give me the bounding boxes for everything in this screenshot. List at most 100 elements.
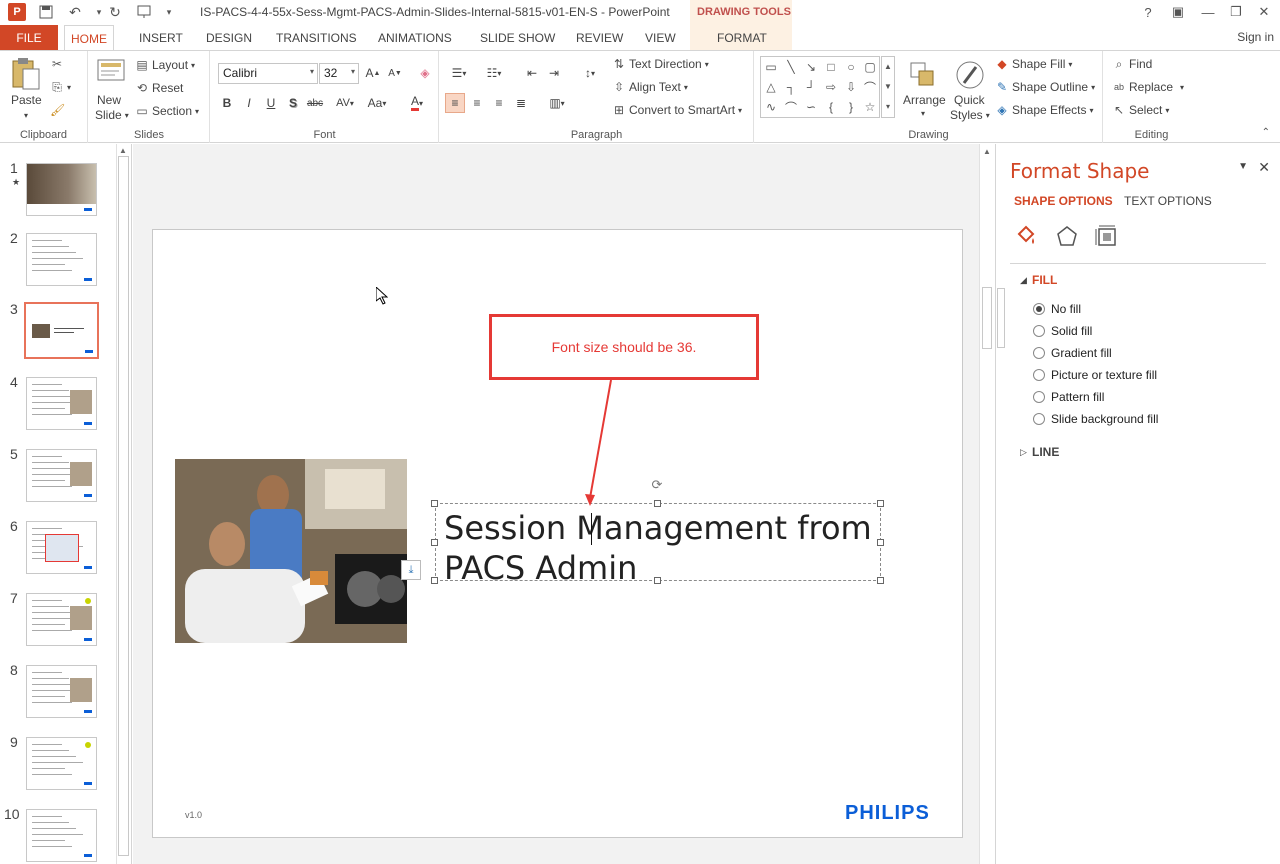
radio-button[interactable]	[1033, 325, 1045, 337]
columns-icon[interactable]: ▥ ▾	[542, 93, 572, 113]
text-direction-button[interactable]: ⇅ Text Direction ▾	[612, 57, 709, 71]
slide-thumbnail[interactable]	[26, 809, 97, 862]
resize-handle-n[interactable]	[654, 500, 661, 507]
font-name-combo[interactable]: Calibri ▾	[218, 63, 318, 84]
resize-handle-ne[interactable]	[877, 500, 884, 507]
italic-button[interactable]: I	[239, 93, 259, 113]
arc-shape-icon[interactable]: ⌒	[782, 98, 800, 116]
star-shape-icon[interactable]: ☆	[861, 98, 879, 116]
align-left-icon[interactable]: ≡	[445, 93, 465, 113]
line-section-header[interactable]: LINE	[1032, 445, 1059, 459]
right-brace-shape-icon[interactable]: }	[842, 98, 860, 116]
decrease-font-size-icon[interactable]: A ▼	[385, 63, 405, 83]
resize-handle-s[interactable]	[654, 577, 661, 584]
fill-option[interactable]: Gradient fill	[1033, 346, 1112, 360]
restore-icon[interactable]: ❐	[1224, 3, 1248, 21]
tab-slide-show[interactable]: SLIDE SHOW	[474, 25, 561, 50]
shape-effects-button[interactable]: ◈ Shape Effects ▾	[995, 103, 1093, 117]
rounded-rect-shape-icon[interactable]: ▢	[861, 58, 879, 76]
rotate-handle-icon[interactable]: ⟳	[650, 478, 664, 492]
scribble-shape-icon[interactable]: ∿	[762, 98, 780, 116]
clear-formatting-icon[interactable]: ◈	[415, 63, 435, 83]
slide-thumbnail[interactable]	[26, 233, 97, 286]
pane-close-icon[interactable]: ✕	[1258, 159, 1270, 176]
bullets-icon[interactable]: ☰ ▾	[446, 63, 472, 83]
font-color-button[interactable]: A ▾	[403, 93, 431, 113]
fill-option[interactable]: Solid fill	[1033, 324, 1092, 338]
resize-handle-se[interactable]	[877, 577, 884, 584]
line-spacing-icon[interactable]: ↕ ▾	[576, 63, 604, 83]
rectangle-shape-icon[interactable]: □	[822, 58, 840, 76]
character-spacing-button[interactable]: AV ▾	[331, 93, 359, 113]
convert-smartart-button[interactable]: ⊞ Convert to SmartArt ▾	[612, 103, 742, 117]
fill-option[interactable]: No fill	[1033, 302, 1081, 316]
thumbnail-scroll-thumb[interactable]	[118, 156, 129, 856]
slide-thumbnail[interactable]	[26, 163, 97, 216]
collapse-ribbon-icon[interactable]: ⌃	[1262, 127, 1270, 138]
line-shape-icon[interactable]: ╲	[782, 58, 800, 76]
arrow-line-shape-icon[interactable]: ↘	[802, 58, 820, 76]
slide-scroll-thumb[interactable]	[982, 287, 992, 349]
undo-icon[interactable]: ↶	[66, 3, 84, 21]
text-box-shape-icon[interactable]: ▭	[762, 58, 780, 76]
arrange-icon[interactable]	[907, 59, 939, 91]
fill-section-header[interactable]: FILL	[1032, 273, 1057, 287]
slide-thumbnail[interactable]	[26, 737, 97, 790]
slide-thumbnail[interactable]	[26, 449, 97, 502]
paste-icon[interactable]	[10, 57, 42, 90]
increase-indent-icon[interactable]: ⇥	[544, 63, 564, 83]
new-slide-button[interactable]: Slide ▾	[95, 108, 129, 122]
numbering-icon[interactable]: ☷ ▾	[480, 63, 508, 83]
radio-button[interactable]	[1033, 347, 1045, 359]
copy-icon[interactable]: ⎘ ▾	[50, 80, 71, 94]
slide-thumbnail[interactable]	[26, 593, 97, 646]
decrease-indent-icon[interactable]: ⇤	[522, 63, 542, 83]
slide-scrollbar[interactable]: ▲	[979, 144, 994, 864]
quick-styles-label-1[interactable]: Quick	[954, 93, 985, 107]
minimize-icon[interactable]: —	[1196, 3, 1220, 21]
paste-button[interactable]: Paste	[11, 93, 42, 107]
strikethrough-button[interactable]: abc	[305, 93, 325, 113]
slide-scroll-up-icon[interactable]: ▲	[983, 147, 991, 156]
sign-in-link[interactable]: Sign in	[1237, 30, 1274, 44]
left-brace-shape-icon[interactable]: {	[822, 98, 840, 116]
slide-thumbnail[interactable]	[26, 521, 97, 574]
autofit-options-icon[interactable]: ⤓	[401, 560, 421, 580]
save-icon[interactable]	[37, 3, 55, 21]
start-from-beginning-icon[interactable]	[136, 3, 154, 21]
pane-scroll-thumb[interactable]	[997, 288, 1005, 348]
tab-review[interactable]: REVIEW	[570, 25, 629, 50]
tab-view[interactable]: VIEW	[639, 25, 682, 50]
tab-design[interactable]: DESIGN	[200, 25, 258, 50]
slide-title-text[interactable]: Session Management from PACS Admin	[444, 508, 874, 588]
paste-dropdown-icon[interactable]: ▾	[24, 111, 28, 120]
fill-line-icon[interactable]	[1014, 224, 1038, 251]
align-text-button[interactable]: ⇳ Align Text ▾	[612, 80, 688, 94]
tab-transitions[interactable]: TRANSITIONS	[270, 25, 363, 50]
underline-button[interactable]: U	[261, 93, 281, 113]
new-slide-icon[interactable]	[95, 57, 127, 89]
arrange-dropdown-icon[interactable]: ▾	[921, 109, 925, 118]
section-button[interactable]: ▭ Section ▾	[135, 104, 199, 118]
align-center-icon[interactable]: ≡	[467, 93, 487, 113]
resize-handle-w[interactable]	[431, 539, 438, 546]
justify-icon[interactable]: ≣	[511, 93, 531, 113]
ribbon-display-options-icon[interactable]: ▣	[1166, 3, 1190, 21]
right-arrow-shape-icon[interactable]: ⇨	[822, 78, 840, 96]
fill-option[interactable]: Slide background fill	[1033, 412, 1158, 426]
resize-handle-sw[interactable]	[431, 577, 438, 584]
reset-button[interactable]: ⟲ Reset	[135, 81, 183, 95]
help-icon[interactable]: ?	[1136, 3, 1160, 21]
shape-outline-button[interactable]: ✎ Shape Outline ▾	[995, 80, 1095, 94]
size-properties-icon[interactable]	[1094, 224, 1118, 251]
fill-option[interactable]: Picture or texture fill	[1033, 368, 1157, 382]
tab-format[interactable]: FORMAT	[711, 25, 773, 50]
thumbnail-scrollbar[interactable]: ▲	[116, 144, 131, 864]
customize-qat-icon[interactable]: ▾	[160, 3, 178, 21]
line-expand-icon[interactable]: ▷	[1020, 447, 1027, 458]
font-size-combo[interactable]: 32 ▾	[319, 63, 359, 84]
tab-animations[interactable]: ANIMATIONS	[372, 25, 458, 50]
radio-button[interactable]	[1033, 413, 1045, 425]
tab-insert[interactable]: INSERT	[133, 25, 189, 50]
effects-icon[interactable]	[1055, 224, 1079, 251]
